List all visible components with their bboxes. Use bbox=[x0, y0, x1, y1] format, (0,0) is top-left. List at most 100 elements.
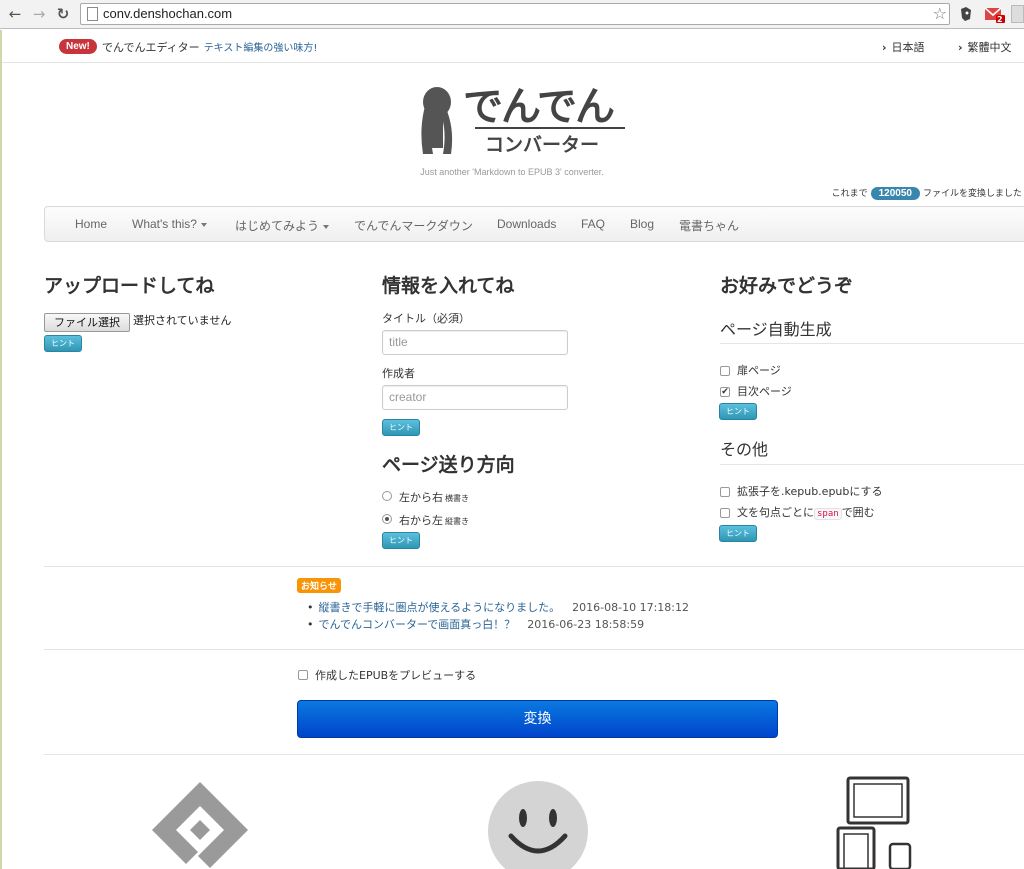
nav-whats-this[interactable]: What's this? bbox=[132, 217, 207, 231]
devices-icon bbox=[836, 776, 912, 869]
news-item[interactable]: • でんでんコンバーターで画面真っ白！？ 2016-06-23 18:58:59 bbox=[307, 616, 644, 632]
nav-faq[interactable]: FAQ bbox=[581, 217, 605, 231]
gmail-icon[interactable] bbox=[984, 5, 1006, 23]
logo-title: でんでん bbox=[463, 84, 615, 130]
nav-downloads[interactable]: Downloads bbox=[497, 217, 556, 231]
lang-japanese-link[interactable]: › 日本語 bbox=[882, 39, 925, 55]
news-date: 2016-06-23 18:58:59 bbox=[527, 618, 645, 631]
upload-hint-button[interactable]: ヒント bbox=[44, 335, 82, 352]
lang-chinese-link[interactable]: › 繁體中文 bbox=[958, 39, 1012, 55]
main-navbar: Home What's this? はじめてみよう でんでんマークダウン Dow… bbox=[44, 206, 1024, 242]
epub-logo-icon bbox=[152, 782, 248, 868]
section-divider bbox=[44, 566, 1024, 567]
nav-getting-started[interactable]: はじめてみよう bbox=[235, 217, 330, 234]
bullet-icon: • bbox=[307, 601, 314, 614]
browser-toolbar: ← → ↻ conv.denshochan.com ☆ 2 bbox=[0, 0, 1024, 29]
site-logo[interactable]: でんでん コンバーター bbox=[415, 84, 635, 164]
news-badge: お知らせ bbox=[297, 578, 341, 593]
rtl-label: 右から左 縦書き bbox=[399, 512, 469, 528]
convert-button[interactable]: 変換 bbox=[297, 700, 778, 738]
creator-input[interactable]: creator bbox=[382, 385, 568, 410]
other-divider bbox=[720, 464, 1024, 465]
preview-checkbox[interactable] bbox=[298, 670, 308, 680]
menu-icon[interactable] bbox=[1011, 5, 1024, 23]
bookmark-star-icon[interactable]: ☆ bbox=[933, 4, 947, 23]
direction-hint-button[interactable]: ヒント bbox=[382, 532, 420, 549]
lang-japanese-label: 日本語 bbox=[891, 41, 925, 54]
span-wrap-label: 文を句点ごとに span で囲む bbox=[737, 504, 875, 520]
counter-suffix: ファイルを変換しました bbox=[922, 189, 1022, 199]
nav-whats-this-label: What's this? bbox=[132, 217, 197, 231]
mail-count-badge: 2 bbox=[997, 15, 1003, 24]
kepub-label: 拡張子を.kepub.epubにする bbox=[737, 485, 883, 498]
rtl-radio[interactable] bbox=[382, 514, 392, 524]
section-divider bbox=[44, 649, 1024, 650]
lang-chinese-label: 繁體中文 bbox=[967, 41, 1012, 54]
chevron-right-icon: › bbox=[958, 41, 963, 54]
smiley-face-icon bbox=[488, 781, 588, 869]
kepub-checkbox[interactable] bbox=[720, 487, 730, 497]
chevron-right-icon: › bbox=[882, 41, 887, 54]
count-badge: 120050 bbox=[870, 187, 920, 200]
news-title[interactable]: でんでんコンバーターで画面真っ白！？ bbox=[319, 618, 516, 631]
autogen-heading: ページ自動生成 bbox=[720, 320, 832, 339]
caret-down-icon bbox=[323, 224, 330, 229]
info-heading: 情報を入れてね bbox=[382, 275, 515, 297]
news-date: 2016-08-10 17:18:12 bbox=[572, 601, 689, 614]
info-hint-button[interactable]: ヒント bbox=[382, 419, 420, 436]
other-hint-button[interactable]: ヒント bbox=[719, 525, 757, 542]
file-status-text: 選択されていません bbox=[133, 314, 232, 327]
rtl-note: 縦書き bbox=[445, 517, 469, 526]
creator-label: 作成者 bbox=[382, 367, 415, 380]
upload-heading: アップロードしてね bbox=[44, 275, 215, 297]
new-badge: New! bbox=[59, 39, 97, 54]
other-heading: その他 bbox=[720, 440, 769, 459]
ltr-note: 横書き bbox=[445, 494, 469, 503]
page-icon bbox=[87, 7, 98, 21]
address-bar[interactable]: conv.denshochan.com ☆ bbox=[80, 3, 950, 25]
direction-heading: ページ送り方向 bbox=[382, 454, 515, 476]
autogen-divider bbox=[720, 343, 1024, 344]
tagline: Just another 'Markdown to EPUB 3' conver… bbox=[420, 167, 604, 177]
nav-denden-markdown[interactable]: でんでんマークダウン bbox=[354, 217, 473, 234]
editor-name: でんでんエディター bbox=[102, 41, 200, 54]
bullet-icon: • bbox=[307, 618, 314, 631]
logo-underline bbox=[475, 127, 625, 129]
url-text: conv.denshochan.com bbox=[103, 6, 233, 21]
file-select-button[interactable]: ファイル選択 bbox=[44, 313, 130, 332]
page-border bbox=[0, 30, 2, 869]
preview-label: 作成したEPUBをプレビューする bbox=[315, 669, 477, 682]
forward-arrow-icon[interactable]: → bbox=[30, 5, 48, 23]
ltr-radio[interactable] bbox=[382, 491, 392, 501]
back-arrow-icon[interactable]: ← bbox=[6, 5, 24, 23]
span-code-tag: span bbox=[814, 508, 842, 520]
nav-home[interactable]: Home bbox=[75, 217, 107, 231]
editor-link[interactable]: テキスト編集の強い味方! bbox=[204, 43, 318, 54]
evernote-icon[interactable] bbox=[957, 5, 975, 23]
conversion-counter: これまで 120050 ファイルを変換しました bbox=[832, 186, 1022, 200]
autogen-hint-button[interactable]: ヒント bbox=[719, 403, 757, 420]
span-wrap-prefix: 文を句点ごとに bbox=[737, 506, 814, 519]
denshochan-mascot-icon bbox=[421, 87, 453, 154]
title-label: タイトル（必須） bbox=[382, 312, 470, 325]
cover-page-label: 扉ページ bbox=[737, 364, 781, 377]
nav-denshochan[interactable]: 電書ちゃん bbox=[679, 217, 739, 234]
caret-down-icon bbox=[200, 222, 207, 227]
announcement-bar: New! でんでんエディター テキスト編集の強い味方! › 日本語 › 繁體中文 bbox=[2, 30, 1024, 63]
title-input[interactable]: title bbox=[382, 330, 568, 355]
span-wrap-checkbox[interactable] bbox=[720, 508, 730, 518]
toc-page-label: 目次ページ bbox=[737, 385, 792, 398]
reload-icon[interactable]: ↻ bbox=[54, 5, 72, 23]
editor-promo[interactable]: でんでんエディター テキスト編集の強い味方! bbox=[102, 39, 317, 55]
toc-page-checkbox[interactable]: ✔ bbox=[720, 387, 730, 397]
news-item[interactable]: • 縦書きで手軽に圏点が使えるようになりました。 2016-08-10 17:18:… bbox=[307, 599, 689, 615]
logo-subtitle: コンバーター bbox=[485, 134, 600, 156]
nav-getting-started-label: はじめてみよう bbox=[235, 219, 320, 233]
rtl-label-text: 右から左 bbox=[399, 514, 443, 527]
nav-blog[interactable]: Blog bbox=[630, 217, 654, 231]
cover-page-checkbox[interactable] bbox=[720, 366, 730, 376]
ltr-label-text: 左から右 bbox=[399, 491, 443, 504]
news-title[interactable]: 縦書きで手軽に圏点が使えるようになりました。 bbox=[319, 601, 561, 614]
prefs-heading: お好みでどうぞ bbox=[720, 275, 854, 297]
span-wrap-suffix: で囲む bbox=[841, 506, 875, 519]
